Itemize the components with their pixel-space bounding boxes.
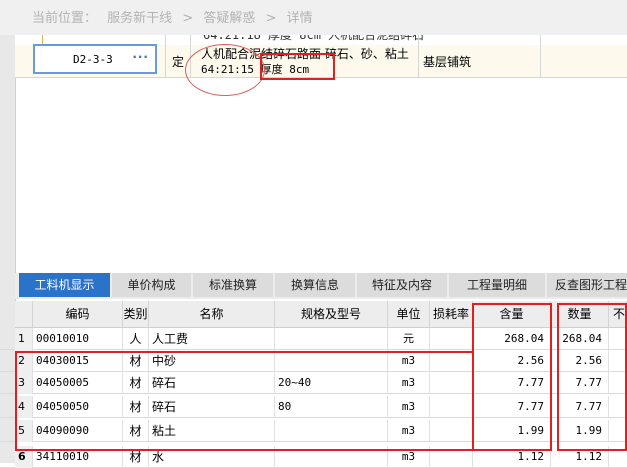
- cell-code[interactable]: 00010010: [33, 328, 123, 350]
- tab-quantity-detail[interactable]: 工程量明细: [449, 273, 545, 297]
- annotation-oval: [185, 44, 265, 96]
- annotation-quantity-column-box: [557, 303, 627, 451]
- detail-tab-bar: 工料机显示 单价构成 标准换算 换算信息 特征及内容 工程量明细 反查图形工程量: [15, 273, 627, 299]
- quota-code-cell[interactable]: D2-3-3 ···: [33, 44, 157, 74]
- annotation-rows-box: [15, 351, 474, 451]
- breadcrumb: 当前位置： 服务新干线 > 答疑解惑 > 详情: [0, 0, 627, 35]
- row-description: 64:21:18 厚度 8cm 人机配合泥结碎石: [203, 35, 425, 42]
- cell-loss-rate[interactable]: [430, 328, 473, 350]
- header-row-number: [15, 301, 33, 327]
- breadcrumb-item-qa[interactable]: 答疑解惑: [203, 11, 255, 26]
- cell-category[interactable]: 人: [123, 328, 149, 350]
- tab-reverse-lookup[interactable]: 反查图形工程量: [547, 273, 627, 297]
- breadcrumb-separator: >: [265, 11, 277, 26]
- tab-material-machine[interactable]: 工料机显示: [19, 273, 110, 297]
- tab-standard-conversion[interactable]: 标准换算: [193, 273, 273, 297]
- column-divider: [165, 35, 166, 77]
- row-number: 1: [15, 328, 33, 350]
- breadcrumb-item-service[interactable]: 服务新干线: [107, 11, 172, 26]
- tab-unit-price[interactable]: 单价构成: [112, 273, 191, 297]
- header-code[interactable]: 编码: [33, 301, 123, 327]
- breadcrumb-item-detail: 详情: [286, 11, 313, 26]
- annotation-rectangle: [260, 53, 335, 80]
- header-loss-rate[interactable]: 损耗率: [430, 301, 473, 327]
- cell-unit[interactable]: 元: [388, 328, 430, 350]
- column-divider: [418, 35, 419, 77]
- header-spec[interactable]: 规格及型号: [275, 301, 388, 327]
- header-name[interactable]: 名称: [149, 301, 275, 327]
- quota-type: 定: [172, 55, 185, 69]
- header-category[interactable]: 类别: [123, 301, 149, 327]
- annotation-content-column-box: [472, 303, 552, 451]
- quota-category: 基层铺筑: [423, 55, 472, 69]
- more-options-button[interactable]: ···: [132, 50, 149, 64]
- tab-conversion-info[interactable]: 换算信息: [275, 273, 355, 297]
- breadcrumb-label: 当前位置：: [32, 11, 98, 26]
- quota-code: D2-3-3: [73, 53, 113, 66]
- column-divider: [540, 35, 541, 77]
- cell-spec[interactable]: [275, 328, 388, 350]
- breadcrumb-separator: >: [182, 11, 194, 26]
- cell-name[interactable]: 人工费: [149, 328, 275, 350]
- tab-features[interactable]: 特征及内容: [357, 273, 447, 297]
- header-unit[interactable]: 单位: [388, 301, 430, 327]
